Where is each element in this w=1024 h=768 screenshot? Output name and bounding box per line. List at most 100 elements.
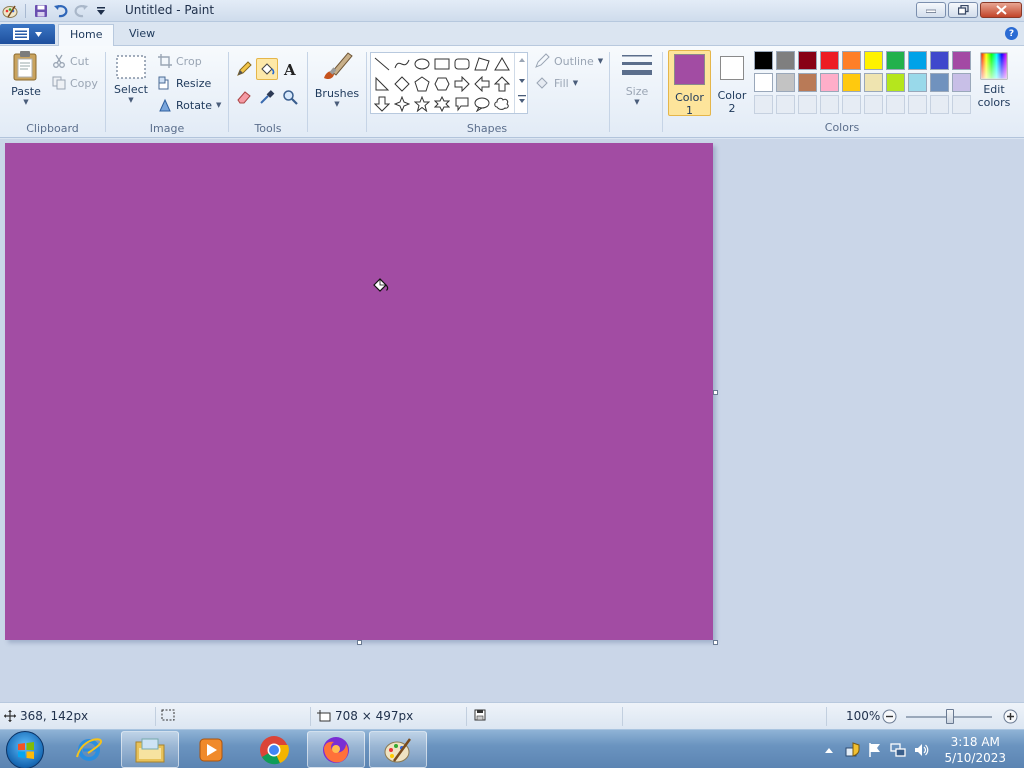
- taskbar-chrome[interactable]: [245, 731, 303, 768]
- palette-swatch[interactable]: [908, 73, 927, 92]
- down-arrow-shape-icon[interactable]: [372, 94, 392, 114]
- edit-colors-button[interactable]: Edit colors: [974, 52, 1014, 109]
- palette-swatch[interactable]: [952, 73, 971, 92]
- pentagon-shape-icon[interactable]: [412, 74, 432, 94]
- hexagon-shape-icon[interactable]: [432, 74, 452, 94]
- tab-home[interactable]: Home: [58, 24, 115, 46]
- custom-color-slot[interactable]: [776, 95, 795, 114]
- eraser-tool[interactable]: [233, 86, 255, 108]
- right-triangle-shape-icon[interactable]: [372, 74, 392, 94]
- triangle-shape-icon[interactable]: [492, 54, 512, 74]
- diamond-shape-icon[interactable]: [392, 74, 412, 94]
- cut-button[interactable]: Cut: [52, 52, 89, 70]
- paste-button[interactable]: Paste ▼: [6, 50, 46, 106]
- zoom-in-button[interactable]: [1003, 709, 1018, 724]
- volume-icon[interactable]: [912, 741, 930, 759]
- resize-handle-right[interactable]: [713, 390, 718, 395]
- fill-button[interactable]: Fill ▼: [534, 74, 578, 92]
- outline-button[interactable]: Outline ▼: [534, 52, 603, 70]
- taskbar-media-player[interactable]: [182, 731, 240, 768]
- palette-swatch[interactable]: [754, 73, 773, 92]
- rotate-button[interactable]: Rotate ▼: [158, 96, 221, 114]
- start-button[interactable]: [6, 731, 44, 768]
- close-button[interactable]: [980, 2, 1022, 18]
- palette-swatch[interactable]: [842, 73, 861, 92]
- custom-color-slot[interactable]: [754, 95, 773, 114]
- custom-color-slot[interactable]: [952, 95, 971, 114]
- show-hidden-icons-icon[interactable]: [820, 741, 838, 759]
- zoom-slider-track[interactable]: [906, 709, 992, 724]
- color2-button[interactable]: Color 2: [712, 50, 752, 116]
- cloud-callout-shape-icon[interactable]: [492, 94, 512, 114]
- restore-button[interactable]: [948, 2, 978, 18]
- palette-swatch[interactable]: [842, 51, 861, 70]
- color-picker-tool[interactable]: [256, 86, 278, 108]
- drawing-canvas[interactable]: [5, 143, 713, 640]
- palette-swatch[interactable]: [952, 51, 971, 70]
- pencil-tool[interactable]: [233, 58, 255, 80]
- customize-qat-icon[interactable]: [93, 3, 109, 19]
- copy-button[interactable]: Copy: [52, 74, 98, 92]
- magnifier-tool[interactable]: [279, 86, 301, 108]
- palette-swatch[interactable]: [820, 73, 839, 92]
- zoom-slider-thumb[interactable]: [946, 709, 954, 724]
- select-button[interactable]: Select ▼: [112, 54, 150, 104]
- curve-shape-icon[interactable]: [392, 54, 412, 74]
- network-icon[interactable]: [889, 741, 907, 759]
- right-arrow-shape-icon[interactable]: [452, 74, 472, 94]
- tab-view[interactable]: View: [118, 24, 166, 46]
- six-point-star-shape-icon[interactable]: [432, 94, 452, 114]
- zoom-out-button[interactable]: [882, 709, 897, 724]
- palette-swatch[interactable]: [798, 73, 817, 92]
- help-icon[interactable]: ?: [1005, 27, 1018, 40]
- taskbar-file-explorer[interactable]: [121, 731, 179, 768]
- five-point-star-shape-icon[interactable]: [412, 94, 432, 114]
- up-arrow-shape-icon[interactable]: [492, 74, 512, 94]
- palette-swatch[interactable]: [908, 51, 927, 70]
- custom-color-slot[interactable]: [886, 95, 905, 114]
- palette-swatch[interactable]: [820, 51, 839, 70]
- oval-callout-shape-icon[interactable]: [472, 94, 492, 114]
- resize-handle-corner[interactable]: [713, 640, 718, 645]
- color1-button[interactable]: Color 1: [668, 50, 711, 117]
- left-arrow-shape-icon[interactable]: [472, 74, 492, 94]
- resize-button[interactable]: Resize: [158, 74, 211, 92]
- minimize-button[interactable]: [916, 2, 946, 18]
- palette-swatch[interactable]: [886, 73, 905, 92]
- palette-swatch[interactable]: [864, 73, 883, 92]
- rectangle-shape-icon[interactable]: [432, 54, 452, 74]
- palette-swatch[interactable]: [776, 51, 795, 70]
- custom-color-slot[interactable]: [798, 95, 817, 114]
- rounded-rectangle-shape-icon[interactable]: [452, 54, 472, 74]
- action-center-flag-icon[interactable]: [866, 741, 884, 759]
- custom-color-slot[interactable]: [842, 95, 861, 114]
- brushes-button[interactable]: Brushes ▼: [312, 50, 362, 108]
- custom-color-slot[interactable]: [864, 95, 883, 114]
- resize-handle-bottom[interactable]: [357, 640, 362, 645]
- palette-swatch[interactable]: [754, 51, 773, 70]
- polygon-shape-icon[interactable]: [472, 54, 492, 74]
- fill-tool[interactable]: [256, 58, 278, 80]
- palette-swatch[interactable]: [930, 51, 949, 70]
- rounded-callout-shape-icon[interactable]: [452, 94, 472, 114]
- crop-button[interactable]: Crop: [158, 52, 202, 70]
- paint-menu-button[interactable]: [0, 24, 55, 44]
- palette-swatch[interactable]: [930, 73, 949, 92]
- undo-icon[interactable]: [53, 3, 69, 19]
- redo-icon[interactable]: [73, 3, 89, 19]
- palette-swatch[interactable]: [776, 73, 795, 92]
- line-shape-icon[interactable]: [372, 54, 392, 74]
- palette-swatch[interactable]: [886, 51, 905, 70]
- taskbar-internet-explorer[interactable]: [60, 731, 118, 768]
- custom-color-slot[interactable]: [820, 95, 839, 114]
- palette-swatch[interactable]: [864, 51, 883, 70]
- custom-color-slot[interactable]: [930, 95, 949, 114]
- network-shield-icon[interactable]: [843, 741, 861, 759]
- text-tool[interactable]: A: [279, 58, 301, 80]
- size-button[interactable]: Size ▼: [616, 52, 658, 106]
- save-icon[interactable]: [33, 3, 49, 19]
- shapes-scroll[interactable]: [514, 53, 528, 113]
- oval-shape-icon[interactable]: [412, 54, 432, 74]
- clock[interactable]: 3:18 AM 5/10/2023: [944, 734, 1006, 766]
- paint-app-icon[interactable]: [2, 3, 18, 19]
